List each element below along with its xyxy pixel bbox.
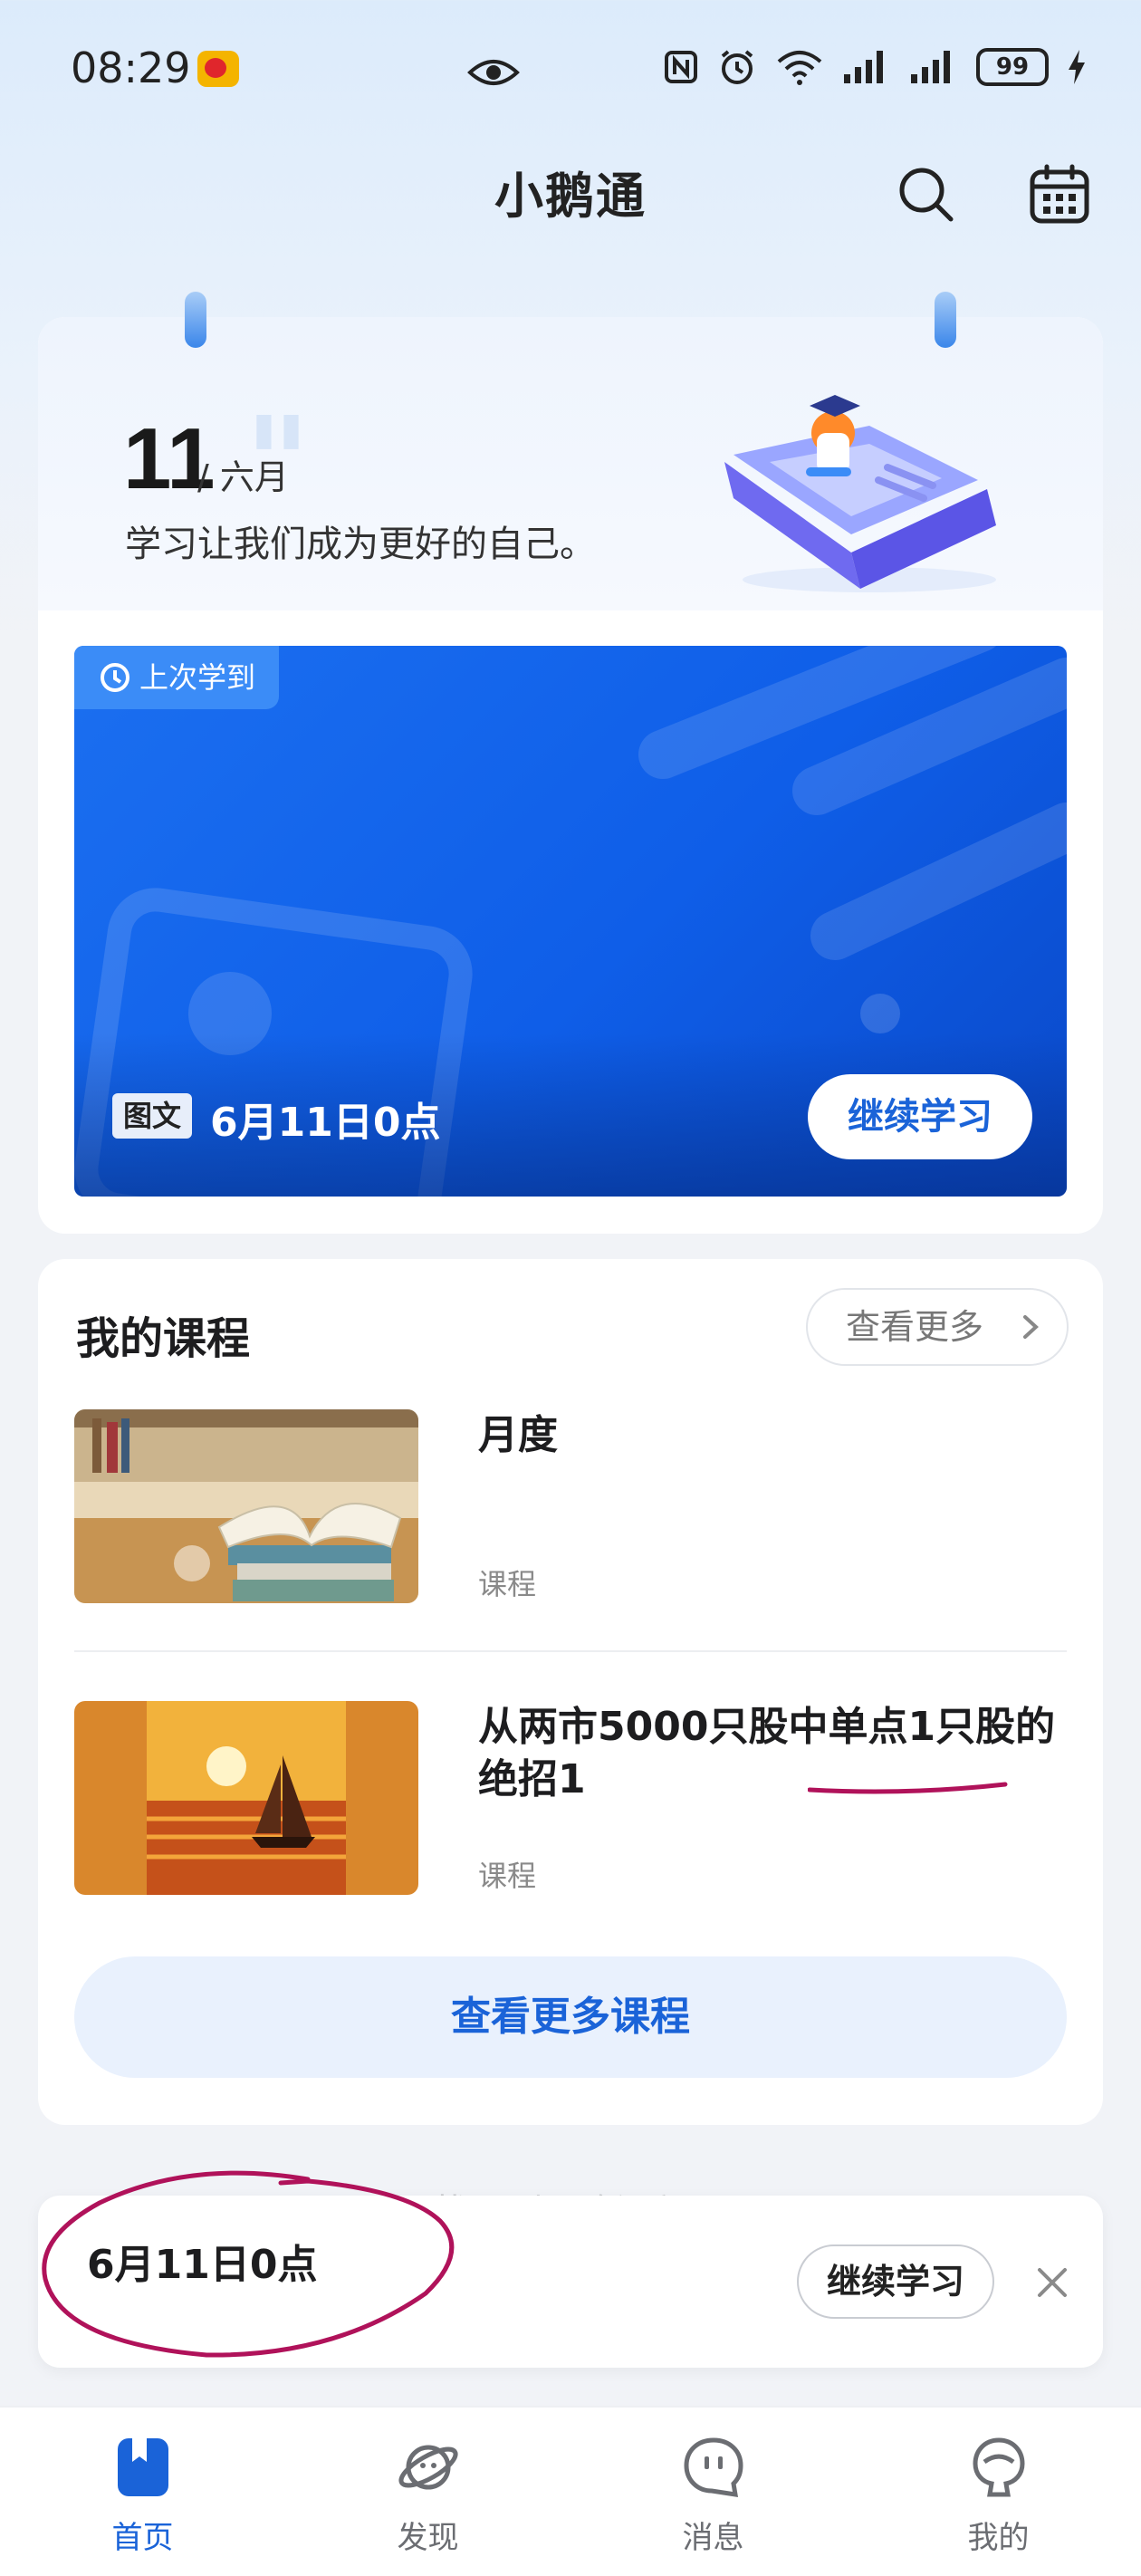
planet-icon	[398, 2445, 458, 2490]
home-book-icon	[118, 2438, 168, 2496]
nav-item-messages[interactable]: 消息	[570, 2408, 856, 2576]
chevron-right-icon	[1018, 1290, 1043, 1389]
close-icon[interactable]	[1031, 2261, 1074, 2304]
calendar-icon[interactable]	[1029, 163, 1090, 225]
status-bar: 08:29 99	[0, 0, 1141, 145]
nav-label: 消息	[682, 2520, 744, 2556]
see-more-button[interactable]: 查看更多	[806, 1288, 1069, 1366]
nfc-icon	[665, 51, 697, 83]
charging-icon	[1069, 50, 1085, 84]
nav-item-home[interactable]: 首页	[0, 2408, 285, 2576]
date-month: / 六月	[197, 457, 289, 497]
daily-motto: 学习让我们成为更好的自己。	[125, 524, 596, 565]
history-icon	[101, 663, 129, 692]
profile-icon	[973, 2437, 1025, 2497]
status-icons: 99	[663, 47, 1087, 87]
card-hanger	[935, 292, 956, 348]
card-hanger	[185, 292, 206, 348]
signal-icon	[911, 51, 950, 83]
signal-icon	[844, 51, 883, 83]
reading-book-illustration	[724, 395, 996, 592]
course-thumbnail	[74, 1409, 418, 1603]
alarm-icon	[721, 50, 753, 84]
last-learned-banner[interactable]: 上次学到 图文 6月11日0点 继续学习	[74, 646, 1067, 1197]
handwritten-circle	[42, 2170, 455, 2358]
app-title: 小鹅通	[494, 168, 647, 225]
content-type-badge: 图文	[112, 1093, 193, 1139]
resume-continue-button[interactable]: 继续学习	[797, 2244, 994, 2319]
last-learned-badge: 上次学到	[74, 646, 280, 709]
nav-label: 发现	[397, 2520, 459, 2556]
nav-label: 首页	[111, 2520, 174, 2556]
nav-item-profile[interactable]: 我的	[856, 2408, 1141, 2576]
continue-learning-button[interactable]: 继续学习	[808, 1074, 1032, 1159]
handwritten-underline	[808, 1782, 1008, 1794]
see-more-courses-button[interactable]: 查看更多课程	[74, 1956, 1067, 2078]
course-type: 课程	[478, 1567, 537, 1601]
banner-title: 6月11日0点	[210, 1100, 441, 1146]
course-item[interactable]: 月度 课程	[74, 1409, 1067, 1603]
eye-icon	[467, 60, 520, 85]
last-learned-label: 上次学到	[139, 660, 256, 695]
bottom-nav: 首页 发现 消息 我的	[0, 2406, 1141, 2576]
weibo-icon	[197, 51, 239, 87]
course-thumbnail	[74, 1701, 418, 1895]
battery-icon: 99	[976, 48, 1049, 86]
battery-level: 99	[995, 53, 1030, 81]
divider	[74, 1650, 1067, 1652]
course-title: 月度	[478, 1412, 558, 1458]
wifi-icon	[777, 51, 822, 85]
my-courses-card: 我的课程 查看更多 月度 课程 从两市5000只股中单点1只股的绝招1 课程 查…	[38, 1259, 1103, 2125]
course-type: 课程	[478, 1859, 537, 1893]
see-more-label: 查看更多	[846, 1307, 984, 1347]
nav-label: 我的	[967, 2520, 1030, 2556]
section-title: 我的课程	[76, 1313, 251, 1364]
nav-item-discover[interactable]: 发现	[285, 2408, 570, 2576]
message-icon	[684, 2437, 743, 2497]
status-time: 08:29	[71, 43, 191, 92]
search-icon[interactable]	[895, 163, 956, 225]
